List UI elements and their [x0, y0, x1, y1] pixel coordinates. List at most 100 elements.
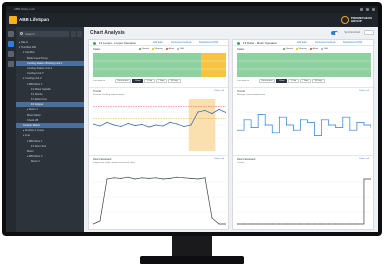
time-option[interactable]: 1 Hour [131, 79, 144, 83]
time-option[interactable]: 30 Days [168, 79, 181, 83]
data-point [134, 178, 136, 180]
real-title: Real Calculated [93, 157, 112, 161]
status-legend: Normal Warning Alarm N/A [283, 47, 328, 50]
brand-logo: PROMETHEUS GROUP [340, 16, 372, 24]
real-subtitle: Looper arm angle setpoint and actual val… [93, 162, 135, 164]
status-title: Status [93, 47, 101, 51]
data-point [370, 178, 371, 180]
data-point [292, 129, 294, 131]
monitor-base [140, 256, 244, 264]
brand-ring-icon [340, 16, 349, 24]
status-title: Status [237, 47, 245, 51]
data-point [292, 223, 294, 225]
time-label: Last data for [237, 80, 250, 82]
tree-item[interactable]: Motor 2 [16, 159, 84, 164]
chart-icon[interactable] [8, 51, 14, 57]
tree-icon[interactable] [8, 41, 14, 47]
connected-settings-link[interactable]: Connected settings [315, 41, 335, 44]
data-point [237, 129, 238, 131]
trends-filter-link[interactable]: Filters: off [214, 90, 224, 92]
right-asset-name: F2 Roller - Motor Operation [243, 41, 278, 46]
menu-icon[interactable] [8, 31, 14, 37]
data-point [328, 124, 330, 126]
time-option[interactable]: 30 Days [312, 79, 325, 83]
add-data-link[interactable]: Add data [153, 41, 163, 44]
status-normal-band [93, 53, 201, 77]
legend-normal: Normal [141, 47, 149, 50]
real-chart [93, 176, 226, 225]
more-button[interactable] [364, 30, 374, 35]
data-point [299, 119, 301, 121]
real-filter-link[interactable]: Filters: off [214, 158, 224, 160]
data-point [314, 134, 316, 136]
data-point [155, 124, 157, 126]
search-input[interactable]: Search [19, 31, 69, 37]
data-point [197, 178, 199, 180]
time-option[interactable]: 1 Day [288, 79, 299, 83]
real-filter-link[interactable]: Filters: off [359, 158, 369, 160]
trends-filter-link[interactable]: Filters: off [359, 90, 369, 92]
data-point [285, 124, 287, 126]
data-point [356, 121, 358, 123]
data-point [134, 125, 136, 127]
status-chart [237, 53, 371, 77]
sync-label: Synchronized [344, 31, 360, 34]
time-range-selector: Recent data 1 Hour 1 Day 7 Days 30 Days [259, 79, 325, 83]
data-point [237, 223, 238, 225]
sync-toggle[interactable] [331, 31, 338, 35]
real-title: Real Calculated [237, 157, 256, 161]
data-point [99, 125, 101, 127]
time-option[interactable]: 7 Days [299, 79, 312, 83]
right-status-section: Status Normal Warning Alarm N/A Last dat… [233, 46, 373, 88]
real-subtitle: Current [237, 162, 245, 164]
filter-button[interactable] [71, 31, 76, 37]
time-option[interactable]: 1 Day [144, 79, 155, 83]
data-point [176, 176, 178, 178]
data-point [257, 114, 259, 116]
data-point [204, 177, 206, 179]
minimize-icon[interactable] [360, 8, 363, 11]
data-point [218, 108, 220, 110]
data-point [250, 223, 252, 225]
legend-alarm: Alarm [312, 47, 319, 50]
download-pdf-link[interactable]: Download as PDF [199, 41, 218, 44]
data-point [243, 119, 245, 121]
data-point [349, 223, 351, 225]
settings-icon[interactable] [8, 61, 14, 67]
asset-tree: ▸ Site A ▾ Test Bed 400 ▾ Cell Box Boiler F… [16, 40, 84, 165]
collapse-button[interactable] [77, 31, 82, 37]
connected-settings-link[interactable]: Connected settings [171, 41, 191, 44]
status-dot-icon [93, 41, 96, 45]
data-point [321, 223, 323, 225]
data-point [314, 223, 316, 225]
data-point [370, 127, 371, 129]
data-point [183, 177, 185, 179]
data-point [363, 124, 365, 126]
trends-chart [237, 111, 371, 139]
close-icon[interactable] [372, 8, 375, 11]
search-placeholder: Search [25, 32, 35, 36]
data-point [113, 177, 115, 179]
search-icon [20, 32, 23, 35]
trends-chart [93, 99, 226, 151]
legend-na: N/A [180, 47, 184, 50]
left-trends-section: Trends Filters: off Duration of rolling … [89, 88, 228, 156]
maximize-icon[interactable] [366, 8, 369, 11]
data-point [307, 121, 309, 123]
time-option[interactable]: Recent data [115, 79, 131, 83]
data-point [211, 217, 213, 219]
status-warning-band [201, 53, 226, 77]
data-point [349, 129, 351, 131]
time-option[interactable]: 1 Hour [275, 79, 288, 83]
data-point [127, 122, 129, 124]
time-option[interactable]: 7 Days [155, 79, 168, 83]
screen: ABB Ability Lab ABB LifeSpan PROMETHEUS … [6, 6, 378, 232]
asset-sidebar: Search ▸ Site A ▾ Test Bed 400 ▾ Cell Box B… [16, 27, 84, 232]
download-pdf-link[interactable]: Download as PDF [343, 41, 362, 44]
legend-alarm: Alarm [168, 47, 175, 50]
data-point [148, 126, 150, 128]
data-point [363, 178, 365, 180]
time-label: Last data for [93, 80, 106, 82]
add-data-link[interactable]: Add data [297, 41, 307, 44]
time-option[interactable]: Recent data [259, 79, 275, 83]
